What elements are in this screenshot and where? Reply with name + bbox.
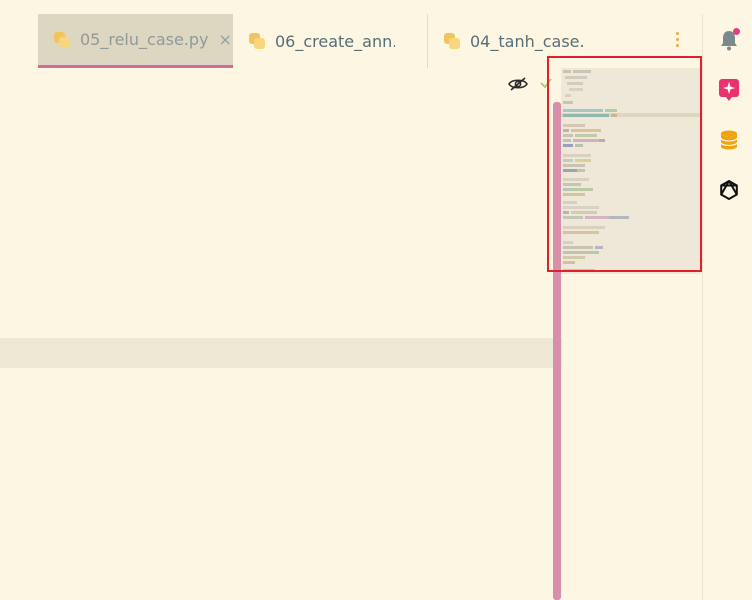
window-top-strip [0, 0, 752, 15]
current-line-highlight [0, 338, 562, 368]
tab-label: 06_create_ann.p [275, 31, 395, 51]
editor-scrollbar[interactable] [553, 102, 561, 600]
more-tabs-kebab-icon[interactable] [674, 32, 680, 50]
close-tab-icon[interactable]: × [219, 30, 232, 49]
ai-assistant-icon[interactable] [717, 77, 741, 101]
tab-05-relu-case[interactable]: 05_relu_case.py × [38, 14, 233, 68]
right-tool-rail [702, 14, 752, 600]
database-icon[interactable] [717, 128, 741, 152]
tab-04-tanh-case[interactable]: 04_tanh_case.p [428, 14, 588, 68]
tab-06-create-ann[interactable]: 06_create_ann.p [233, 14, 427, 68]
code-editor[interactable] [0, 68, 702, 600]
bell-icon[interactable] [717, 28, 741, 52]
python-icon [442, 31, 462, 51]
python-icon [52, 30, 72, 50]
eye-slash-icon[interactable] [508, 76, 528, 92]
minimap[interactable] [561, 68, 702, 274]
tab-label: 05_relu_case.py [80, 30, 209, 49]
openai-icon[interactable] [717, 178, 741, 202]
check-icon [540, 78, 552, 89]
editor-tab-bar: 05_relu_case.py × 06_create_ann.p 04_tan… [0, 14, 702, 68]
python-icon [247, 31, 267, 51]
tab-label: 04_tanh_case.p [470, 31, 584, 51]
